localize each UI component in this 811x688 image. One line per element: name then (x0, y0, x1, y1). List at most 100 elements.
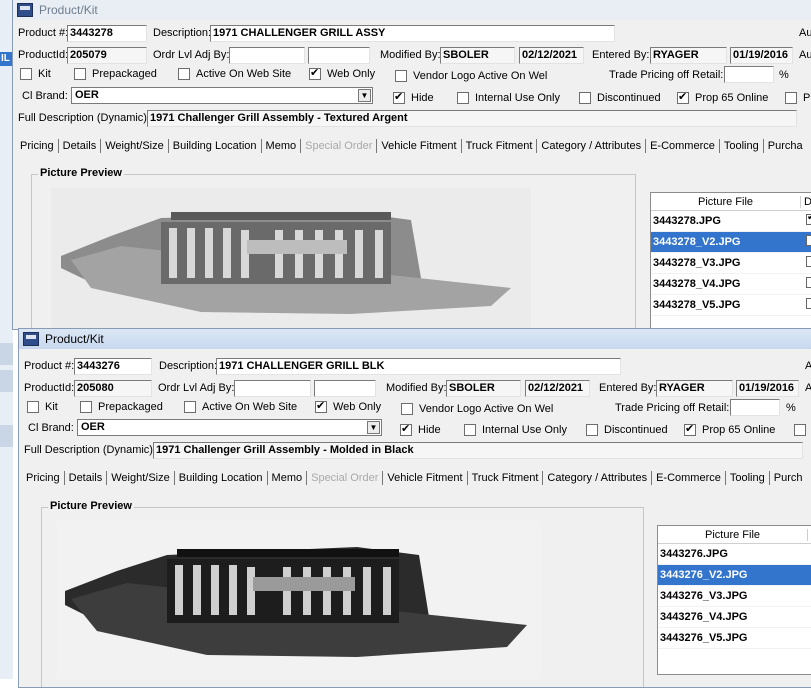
trade-pricing-field[interactable] (730, 399, 780, 416)
hide-checkbox[interactable]: Hide (400, 422, 441, 436)
tab-e-commerce[interactable]: E-Commerce (652, 471, 726, 485)
picture-file-list[interactable]: Picture File De 3443276.JPG 3443276_V2.J… (657, 525, 811, 675)
productid-field[interactable]: 205079 (67, 47, 147, 64)
picture-file-header[interactable]: Picture File (658, 528, 808, 541)
tab-memo[interactable]: Memo (268, 471, 308, 485)
tab-building-location[interactable]: Building Location (169, 139, 262, 153)
tab-e-commerce[interactable]: E-Commerce (646, 139, 720, 153)
brand-select[interactable]: OER ▼ (77, 419, 382, 436)
truncated-label: Au (799, 49, 811, 61)
description-field[interactable]: 1971 CHALLENGER GRILL ASSY (210, 25, 615, 42)
tab-category-attributes[interactable]: Category / Attributes (543, 471, 653, 485)
truncated-checkbox[interactable]: Pr (785, 92, 811, 104)
chevron-down-icon[interactable]: ▼ (358, 89, 371, 102)
prepackaged-checkbox[interactable]: Prepackaged (80, 401, 163, 413)
file-row[interactable]: 3443278_V4.JPG (651, 274, 811, 295)
product-number-field[interactable]: 3443276 (74, 358, 152, 375)
entered-date-field[interactable]: 01/19/2016 (736, 380, 799, 397)
tab-purchasing[interactable]: Purch (770, 471, 807, 485)
product-number-field[interactable]: 3443278 (67, 25, 147, 42)
prepackaged-checkbox[interactable]: Prepackaged (74, 68, 157, 80)
tab-tooling[interactable]: Tooling (726, 471, 770, 485)
title-bar[interactable]: Product/Kit (13, 0, 811, 20)
hide-checkbox[interactable]: Hide (393, 90, 434, 104)
app-icon (23, 332, 39, 346)
picture-file-header[interactable]: Picture File (651, 195, 801, 208)
tab-truck-fitment[interactable]: Truck Fitment (468, 471, 544, 485)
tab-details[interactable]: Details (65, 471, 108, 485)
tab-pricing[interactable]: Pricing (22, 471, 65, 485)
entered-date-field[interactable]: 01/19/2016 (730, 47, 793, 64)
trade-pricing-field[interactable] (724, 66, 774, 83)
file-row[interactable]: 3443276_V2.JPG (658, 565, 811, 586)
product-kit-window-back[interactable]: Product/Kit Product #: 3443278 Descripti… (12, 0, 811, 330)
order-level-adjust-field[interactable] (229, 47, 305, 64)
percent-label: % (779, 69, 789, 81)
tab-tooling[interactable]: Tooling (720, 139, 764, 153)
tab-vehicle-fitment[interactable]: Vehicle Fitment (383, 471, 468, 485)
default-checkbox[interactable] (806, 277, 811, 288)
chevron-down-icon[interactable]: ▼ (367, 421, 380, 434)
background-edge-block (0, 425, 13, 447)
file-row[interactable]: 3443276_V5.JPG (658, 628, 811, 649)
internal-use-checkbox[interactable]: Internal Use Only (457, 92, 560, 104)
file-row[interactable]: 3443278_V3.JPG (651, 253, 811, 274)
order-level-adjust-field-2[interactable] (314, 380, 376, 397)
kit-checkbox[interactable]: Kit (20, 68, 51, 80)
tab-purchasing[interactable]: Purcha (764, 139, 807, 153)
entered-by-field[interactable]: RYAGER (656, 380, 733, 397)
default-checkbox[interactable] (806, 235, 811, 246)
checkbox-box (457, 92, 469, 104)
modified-date-field[interactable]: 02/12/2021 (525, 380, 590, 397)
order-level-adjust-field-2[interactable] (308, 47, 370, 64)
entered-by-field[interactable]: RYAGER (650, 47, 727, 64)
active-on-web-site-checkbox[interactable]: Active On Web Site (184, 401, 297, 413)
vendor-logo-checkbox[interactable]: Vendor Logo Active On Wel (401, 403, 553, 415)
default-checkbox[interactable] (806, 256, 811, 267)
internal-use-checkbox[interactable]: Internal Use Only (464, 424, 567, 436)
checkbox-label: Internal Use Only (482, 424, 567, 436)
tab-weight-size[interactable]: Weight/Size (101, 139, 169, 153)
full-description-field[interactable]: 1971 Challenger Grill Assembly - Molded … (153, 442, 803, 459)
product-kit-window-front[interactable]: Product/Kit Product #: 3443276 Descripti… (18, 328, 811, 688)
tab-vehicle-fitment[interactable]: Vehicle Fitment (377, 139, 462, 153)
vendor-logo-checkbox[interactable]: Vendor Logo Active On Wel (395, 70, 547, 82)
web-only-checkbox[interactable]: Web Only (315, 399, 381, 413)
picture-file-list[interactable]: Picture File Def 3443278.JPG 3443278_V2.… (650, 192, 811, 329)
tab-category-attributes[interactable]: Category / Attributes (537, 139, 647, 153)
default-header[interactable]: Def (801, 196, 811, 208)
active-on-web-site-checkbox[interactable]: Active On Web Site (178, 68, 291, 80)
modified-by-field[interactable]: SBOLER (440, 47, 515, 64)
checkbox-box (785, 92, 797, 104)
title-bar[interactable]: Product/Kit (19, 329, 811, 349)
default-checkbox[interactable] (806, 212, 811, 225)
file-row[interactable]: 3443278_V2.JPG (651, 232, 811, 253)
prop65-checkbox[interactable]: Prop 65 Online (677, 90, 768, 104)
file-row[interactable]: 3443276.JPG (658, 544, 811, 565)
web-only-checkbox[interactable]: Web Only (309, 66, 375, 80)
discontinued-checkbox[interactable]: Discontinued (579, 92, 661, 104)
file-row[interactable]: 3443278_V5.JPG (651, 295, 811, 316)
prop65-checkbox[interactable]: Prop 65 Online (684, 422, 775, 436)
tab-memo[interactable]: Memo (262, 139, 302, 153)
tab-building-location[interactable]: Building Location (175, 471, 268, 485)
tab-weight-size[interactable]: Weight/Size (107, 471, 175, 485)
tab-truck-fitment[interactable]: Truck Fitment (462, 139, 538, 153)
order-level-adjust-field[interactable] (234, 380, 311, 397)
modified-by-field[interactable]: SBOLER (446, 380, 521, 397)
productid-field[interactable]: 205080 (74, 380, 152, 397)
description-field[interactable]: 1971 CHALLENGER GRILL BLK (216, 358, 621, 375)
file-row[interactable]: 3443276_V4.JPG (658, 607, 811, 628)
file-row[interactable]: 3443276_V3.JPG (658, 586, 811, 607)
brand-select[interactable]: OER ▼ (71, 87, 373, 104)
truncated-checkbox[interactable] (794, 424, 811, 436)
default-checkbox[interactable] (806, 298, 811, 309)
modified-date-field[interactable]: 02/12/2021 (519, 47, 584, 64)
tab-details[interactable]: Details (59, 139, 102, 153)
file-row[interactable]: 3443278.JPG (651, 211, 811, 232)
kit-checkbox[interactable]: Kit (27, 401, 58, 413)
discontinued-checkbox[interactable]: Discontinued (586, 424, 668, 436)
checkbox-label: Prepackaged (98, 401, 163, 413)
full-description-field[interactable]: 1971 Challenger Grill Assembly - Texture… (147, 110, 797, 127)
tab-pricing[interactable]: Pricing (16, 139, 59, 153)
